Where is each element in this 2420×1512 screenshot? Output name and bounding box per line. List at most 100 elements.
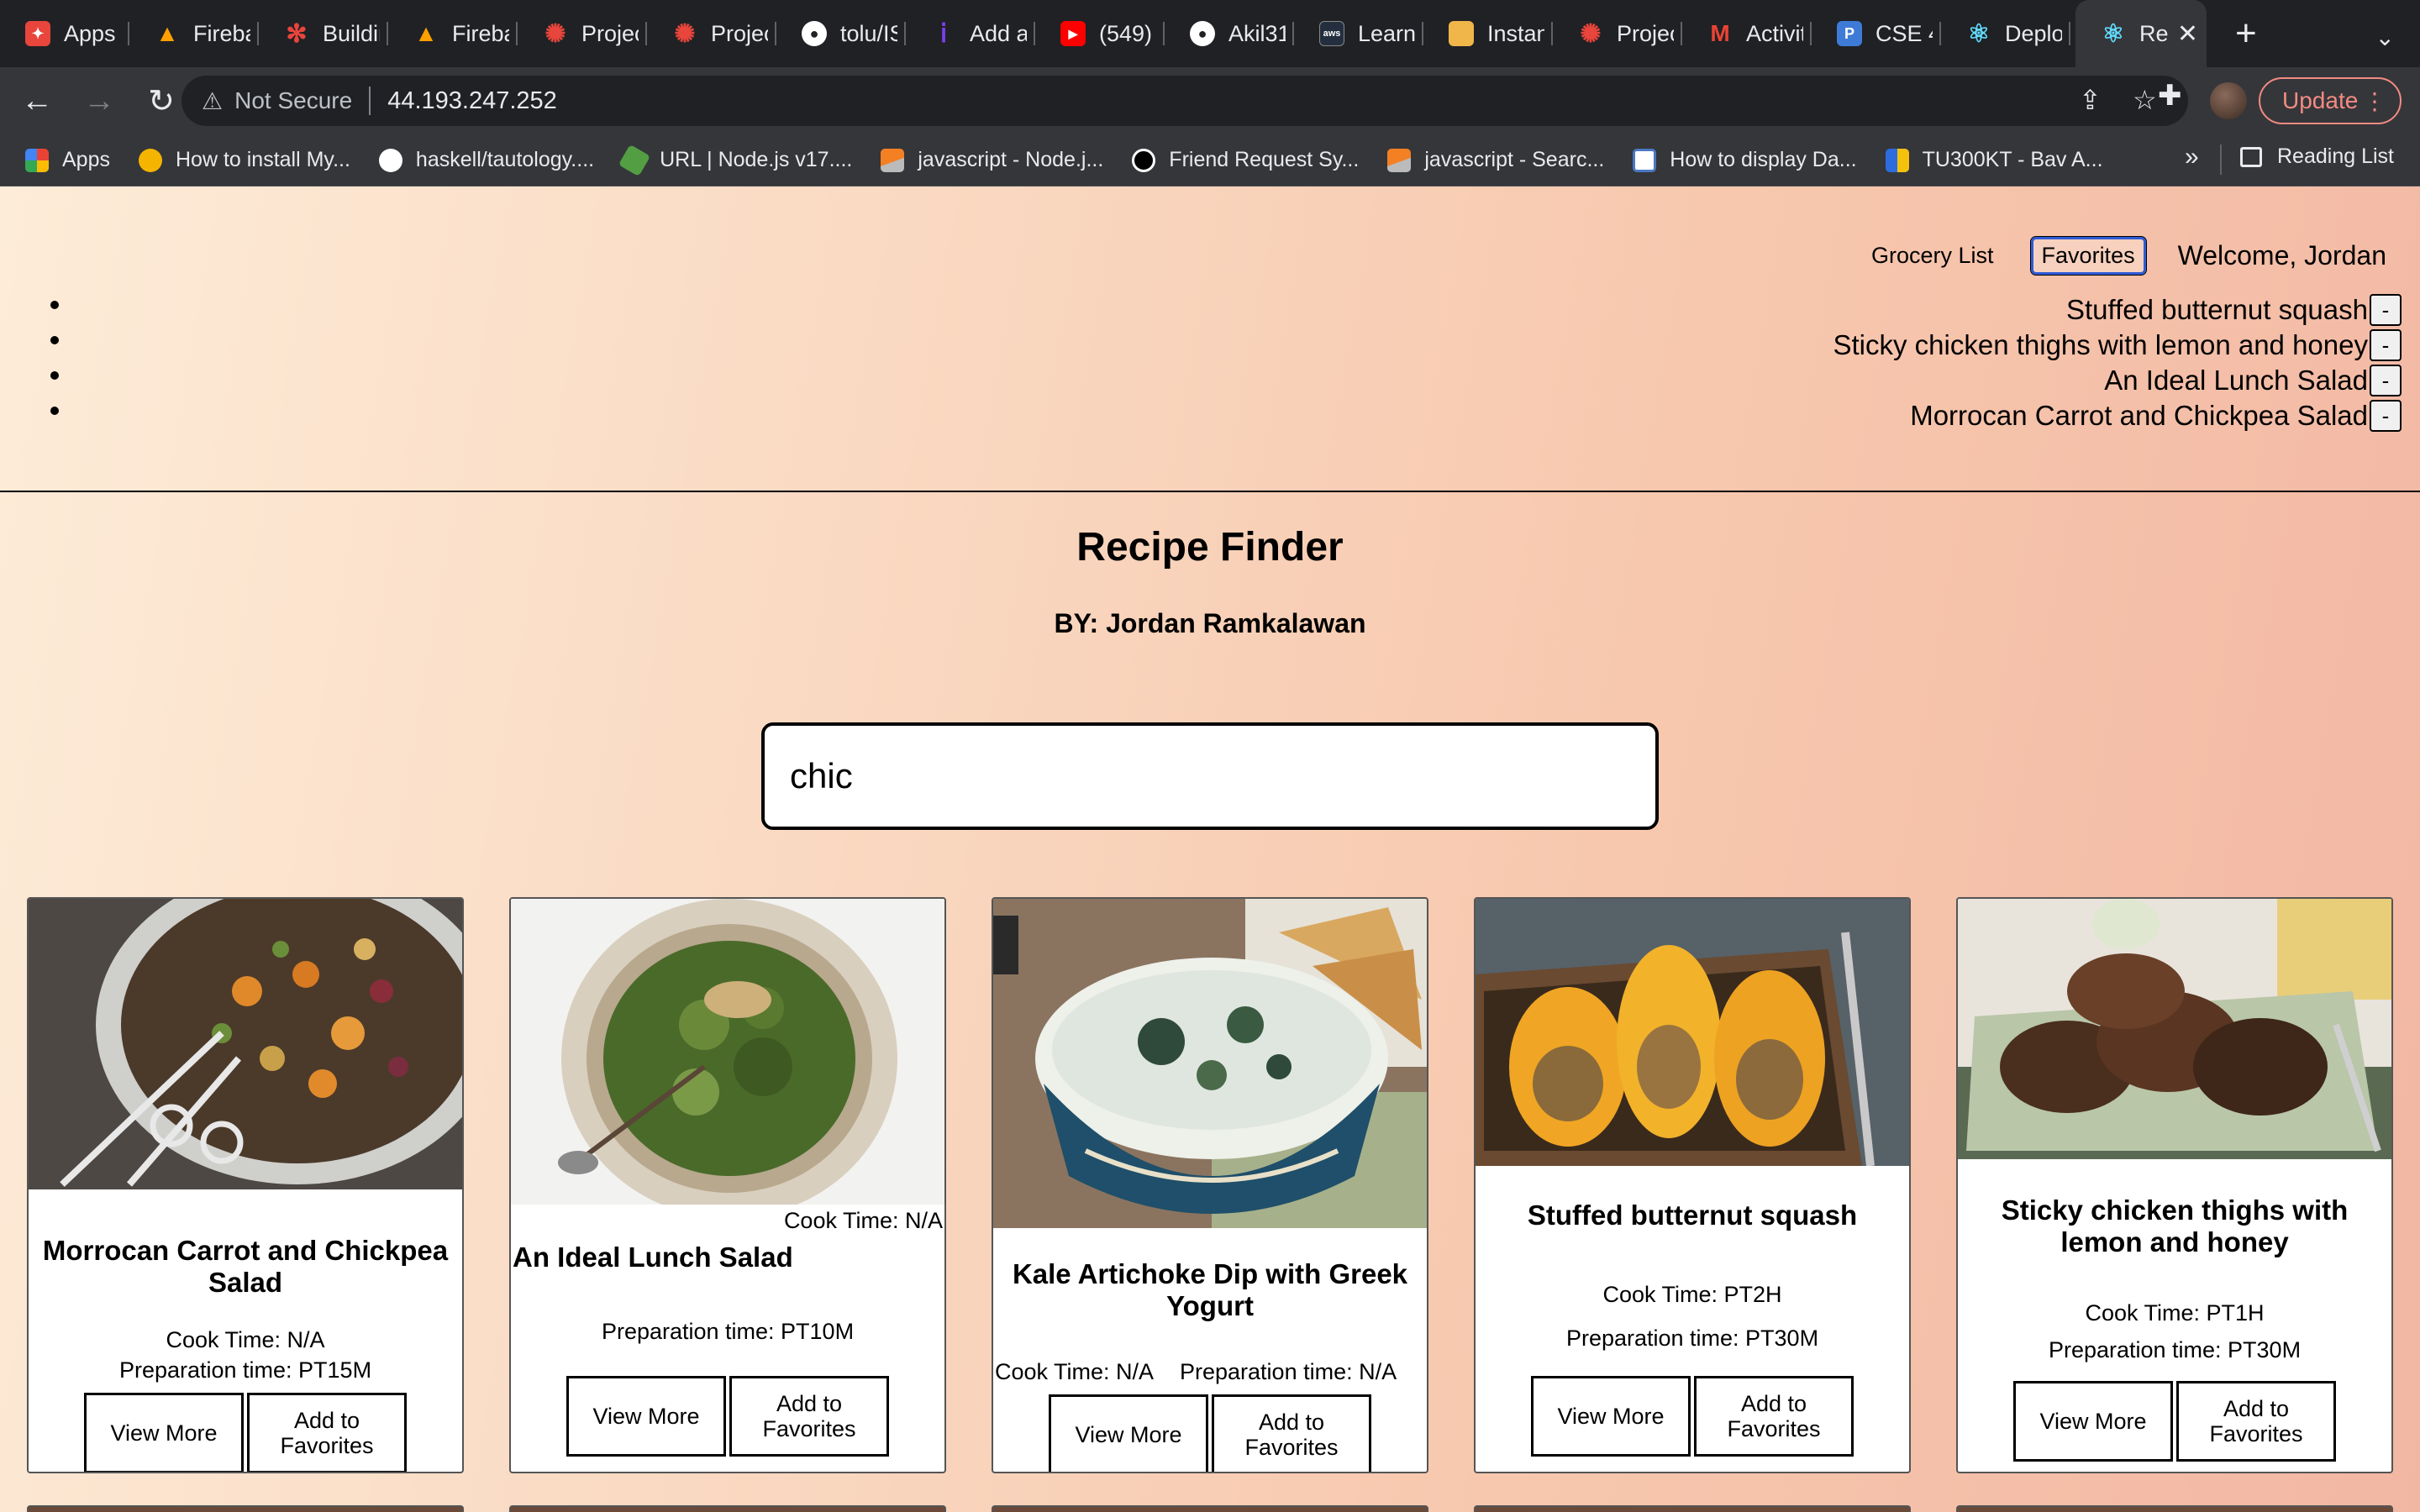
bookmark-item[interactable]: javascript - Searc... (1387, 148, 1604, 172)
new-tab-icon[interactable]: + (2235, 15, 2257, 52)
browser-tab[interactable]: ✺Projec (647, 0, 776, 67)
tab-search-chevron-icon[interactable]: ⌄ (2375, 24, 2395, 51)
browser-tab[interactable]: ⅰAdd ar (906, 0, 1035, 67)
bookmark-item[interactable]: How to display Da... (1633, 148, 1857, 172)
chicken-thighs-photo (1958, 899, 2391, 1159)
recipe-card[interactable] (1474, 1505, 1911, 1512)
github-icon: ● (802, 21, 827, 46)
browser-tab[interactable]: ✺Projec (1553, 0, 1682, 67)
asterisk-icon: ✻ (286, 19, 308, 48)
project-icon: ✺ (674, 19, 696, 48)
bookmark-item[interactable]: URL | Node.js v17.... (618, 144, 852, 176)
browser-tab[interactable]: ▲Fireba (388, 0, 518, 67)
recipe-card[interactable] (992, 1505, 1428, 1512)
box-icon (1449, 21, 1474, 46)
favorites-link[interactable]: Favorites (2029, 236, 2147, 276)
bookmark-item[interactable]: How to install My... (138, 148, 350, 172)
add-to-favorites-button[interactable]: Add to Favorites (1694, 1376, 1854, 1457)
remove-favorite-button[interactable]: - (2370, 294, 2402, 326)
address-bar[interactable]: ⚠ Not Secure 44.193.247.252 ⇪ ☆ (182, 76, 2188, 126)
bookmark-item[interactable]: haskell/tautology.... (378, 148, 594, 172)
add-to-favorites-button[interactable]: Add to Favorites (2176, 1381, 2336, 1462)
browser-tab[interactable]: M Activit (1682, 0, 1812, 67)
recipe-name: Kale Artichoke Dip with Greek Yogurt (1012, 1258, 1408, 1321)
browser-toolbar: ← → ↻ ⚠ Not Secure 44.193.247.252 ⇪ ☆ (0, 67, 2420, 134)
warning-icon[interactable]: ⚠ (202, 87, 223, 115)
security-status[interactable]: Not Secure (234, 87, 352, 114)
recipe-name: Morrocan Carrot and Chickpea Salad (42, 1235, 449, 1298)
back-arrow-icon[interactable]: ← (12, 76, 62, 126)
doc-site-icon (1633, 148, 1657, 172)
add-to-favorites-button[interactable]: Add to Favorites (1212, 1394, 1371, 1472)
prep-time: Preparation time: PT15M (118, 1357, 372, 1383)
browser-tab[interactable]: ⚛Deploy (1941, 0, 2070, 67)
update-button[interactable]: Update ⋮ (2259, 77, 2402, 124)
favorite-item: Stuffed butternut squash - (1833, 292, 2402, 328)
favorite-name: Morrocan Carrot and Chickpea Salad (1910, 400, 2368, 431)
top-nav: Grocery List Favorites Welcome, Jordan (1834, 236, 2386, 276)
react-icon: ⚛ (1967, 19, 1991, 48)
profile-avatar[interactable] (2210, 82, 2247, 119)
view-more-button[interactable]: View More (1531, 1376, 1691, 1457)
view-more-button[interactable]: View More (1049, 1394, 1208, 1472)
url-text[interactable]: 44.193.247.252 (387, 87, 557, 115)
browser-tab[interactable]: ✺Projec (518, 0, 647, 67)
recipe-card[interactable] (27, 1505, 464, 1512)
view-more-button[interactable]: View More (84, 1393, 244, 1472)
reload-icon[interactable]: ↻ (136, 76, 187, 126)
bookmark-item[interactable]: Friend Request Sy... (1132, 148, 1359, 172)
browser-tab[interactable]: ▶ (549) (1035, 0, 1165, 67)
forward-arrow-icon[interactable]: → (74, 76, 124, 126)
lunch-salad-photo (511, 899, 944, 1205)
cook-time: Cook Time: PT2H (1602, 1282, 1782, 1307)
recipe-card[interactable] (509, 1505, 946, 1512)
browser-tab[interactable]: ● Akil31 (1165, 0, 1294, 67)
kebab-menu-icon[interactable]: ⋮ (2363, 87, 2386, 115)
prep-time: Preparation time: PT30M (1565, 1326, 1819, 1351)
bookmark-item[interactable]: javascript - Node.j... (881, 148, 1103, 172)
card-actions: View More Add to Favorites (566, 1376, 889, 1457)
remove-favorite-button[interactable]: - (2370, 329, 2402, 361)
bookmark-star-icon[interactable]: ☆ (2133, 84, 2157, 116)
add-to-favorites-button[interactable]: Add to Favorites (729, 1376, 889, 1457)
browser-tab[interactable]: ● tolu/IS (776, 0, 906, 67)
view-more-button[interactable]: View More (2013, 1381, 2173, 1462)
reading-list-icon (2240, 146, 2262, 167)
react-icon: ⚛ (2102, 19, 2125, 48)
bookmark-item[interactable]: TU300KT - Bav A... (1885, 148, 2103, 172)
remove-favorite-button[interactable]: - (2370, 400, 2402, 432)
recipe-name: Stuffed butternut squash (1527, 1200, 1858, 1231)
active-tab[interactable]: ⚛Rea✕ (2075, 0, 2207, 67)
grocery-list-link[interactable]: Grocery List (1863, 239, 2002, 272)
list-bullet (50, 336, 59, 344)
stackoverflow-icon (1387, 148, 1412, 172)
page-title: Recipe Finder (1076, 525, 1344, 570)
recipe-card[interactable] (1956, 1505, 2393, 1512)
more-bookmarks-icon[interactable]: » (2185, 143, 2199, 171)
recipe-search-input[interactable] (761, 722, 1659, 830)
bookmark-apps[interactable]: Apps (25, 148, 110, 172)
reading-list-button[interactable]: Reading List (2240, 144, 2394, 169)
close-tab-icon[interactable]: ✕ (2169, 19, 2198, 49)
nodejs-icon (618, 144, 651, 176)
butternut-squash-photo (1476, 899, 1909, 1166)
cook-time: Cook Time: N/A (166, 1327, 325, 1352)
add-to-favorites-button[interactable]: Add to Favorites (247, 1393, 407, 1472)
remove-favorite-button[interactable]: - (2370, 365, 2402, 396)
browser-tab[interactable]: awsLearne (1294, 0, 1423, 67)
favorite-item: Morrocan Carrot and Chickpea Salad - (1833, 398, 2402, 433)
browser-tab[interactable]: ✻Buildin (259, 0, 388, 67)
share-icon[interactable]: ⇪ (2079, 84, 2102, 116)
browser-tab[interactable]: ▲Fireba (129, 0, 259, 67)
browser-tab[interactable]: ✦ Apps (0, 0, 129, 67)
browser-tab[interactable]: Instanc (1423, 0, 1553, 67)
extensions-puzzle-icon[interactable]: ✚ (2158, 79, 2182, 113)
bookmark-site-icon (138, 148, 162, 172)
github-icon (378, 148, 402, 172)
info-icon: ⅰ (939, 19, 948, 48)
favorite-name: An Ideal Lunch Salad (2104, 365, 2368, 396)
view-more-button[interactable]: View More (566, 1376, 726, 1457)
prep-time: Preparation time: PT30M (2048, 1337, 2302, 1362)
recipe-name: An Ideal Lunch Salad (513, 1242, 793, 1273)
browser-tab[interactable]: PCSE 4 (1812, 0, 1941, 67)
